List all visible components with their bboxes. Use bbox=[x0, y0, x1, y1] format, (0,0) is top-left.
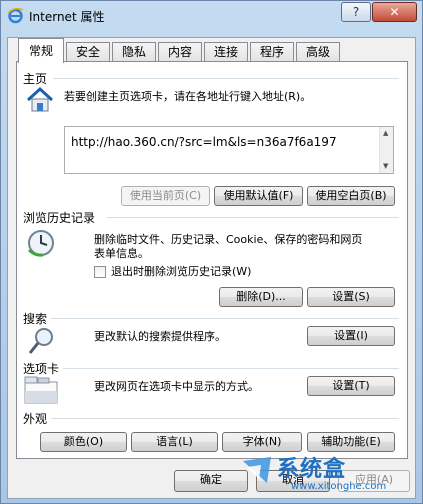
search-magnifier-icon bbox=[28, 328, 53, 354]
general-tab-panel: 主页 若要创建主页选项卡，请在各地址行键入地址(R)。 http://hao.3… bbox=[16, 61, 408, 459]
search-description: 更改默认的搜索提供程序。 bbox=[94, 330, 226, 343]
appearance-section-title: 外观 bbox=[23, 412, 48, 426]
tab-general[interactable]: 常规 bbox=[18, 38, 64, 63]
homepage-section-title: 主页 bbox=[23, 72, 48, 86]
site-watermark: 系统盒 www.xitonghe.com bbox=[239, 451, 419, 501]
section-divider bbox=[53, 78, 399, 79]
url-scrollbar[interactable]: ▲ ▼ bbox=[379, 127, 393, 173]
section-divider bbox=[51, 318, 399, 319]
internet-options-dialog: Internet 属性 ? ✕ 常规 安全 隐私 内容 连接 程序 高级 主页 … bbox=[0, 0, 423, 504]
homepage-url-input[interactable]: http://hao.360.cn/?src=lm&ls=n36a7f6a197… bbox=[64, 126, 394, 174]
watermark-text: 系统盒 bbox=[277, 457, 347, 482]
history-description-line2: 表单信息。 bbox=[94, 247, 149, 260]
use-default-button[interactable]: 使用默认值(F) bbox=[214, 186, 303, 206]
colors-button[interactable]: 颜色(O) bbox=[40, 432, 127, 452]
close-button[interactable]: ✕ bbox=[372, 2, 417, 22]
use-blank-button[interactable]: 使用空白页(B) bbox=[307, 186, 395, 206]
watermark-url: www.xitonghe.com bbox=[291, 481, 387, 492]
dialog-client-area: 常规 安全 隐私 内容 连接 程序 高级 主页 若要创建主页选项卡，请在各地址行… bbox=[7, 37, 416, 499]
history-description-line1: 删除临时文件、历史记录、Cookie、保存的密码和网页 bbox=[94, 233, 363, 246]
tabs-description: 更改网页在选项卡中显示的方式。 bbox=[94, 380, 259, 393]
homepage-url-text: http://hao.360.cn/?src=lm&ls=n36a7f6a197 bbox=[71, 135, 337, 149]
homepage-description: 若要创建主页选项卡，请在各地址行键入地址(R)。 bbox=[64, 90, 312, 103]
tab-programs[interactable]: 程序 bbox=[250, 42, 294, 62]
history-section-title: 浏览历史记录 bbox=[23, 211, 96, 225]
home-icon bbox=[26, 86, 54, 112]
scroll-up-icon[interactable]: ▲ bbox=[383, 129, 388, 137]
tab-connections[interactable]: 连接 bbox=[204, 42, 248, 62]
title-bar[interactable]: Internet 属性 ? ✕ bbox=[1, 1, 422, 31]
delete-history-button[interactable]: 删除(D)... bbox=[219, 287, 303, 307]
accessibility-button[interactable]: 辅助功能(E) bbox=[307, 432, 395, 452]
tab-content[interactable]: 内容 bbox=[158, 42, 202, 62]
tab-advanced[interactable]: 高级 bbox=[296, 42, 340, 62]
search-settings-button[interactable]: 设置(I) bbox=[307, 326, 395, 346]
tabs-settings-button[interactable]: 设置(T) bbox=[307, 376, 395, 396]
history-settings-button[interactable]: 设置(S) bbox=[307, 287, 395, 307]
tab-privacy[interactable]: 隐私 bbox=[112, 42, 156, 62]
section-divider bbox=[51, 418, 399, 419]
languages-button[interactable]: 语言(L) bbox=[131, 432, 218, 452]
scroll-down-icon[interactable]: ▼ bbox=[383, 162, 388, 170]
tab-security[interactable]: 安全 bbox=[66, 42, 110, 62]
search-section-title: 搜索 bbox=[23, 312, 48, 326]
section-divider bbox=[63, 368, 399, 369]
delete-on-exit-label[interactable]: 退出时删除浏览历史记录(W) bbox=[111, 265, 251, 279]
delete-on-exit-checkbox[interactable] bbox=[94, 266, 106, 278]
tabs-window-icon bbox=[24, 376, 58, 404]
ok-button[interactable]: 确定 bbox=[174, 470, 248, 492]
tabs-section-title: 选项卡 bbox=[23, 362, 60, 376]
section-divider bbox=[107, 217, 399, 218]
use-current-button[interactable]: 使用当前页(C) bbox=[121, 186, 210, 206]
internet-explorer-icon bbox=[7, 7, 24, 24]
watermark-logo-icon bbox=[243, 457, 271, 483]
history-clock-icon bbox=[27, 230, 54, 257]
window-title: Internet 属性 bbox=[29, 10, 105, 24]
help-button[interactable]: ? bbox=[341, 2, 371, 22]
fonts-button[interactable]: 字体(N) bbox=[222, 432, 302, 452]
